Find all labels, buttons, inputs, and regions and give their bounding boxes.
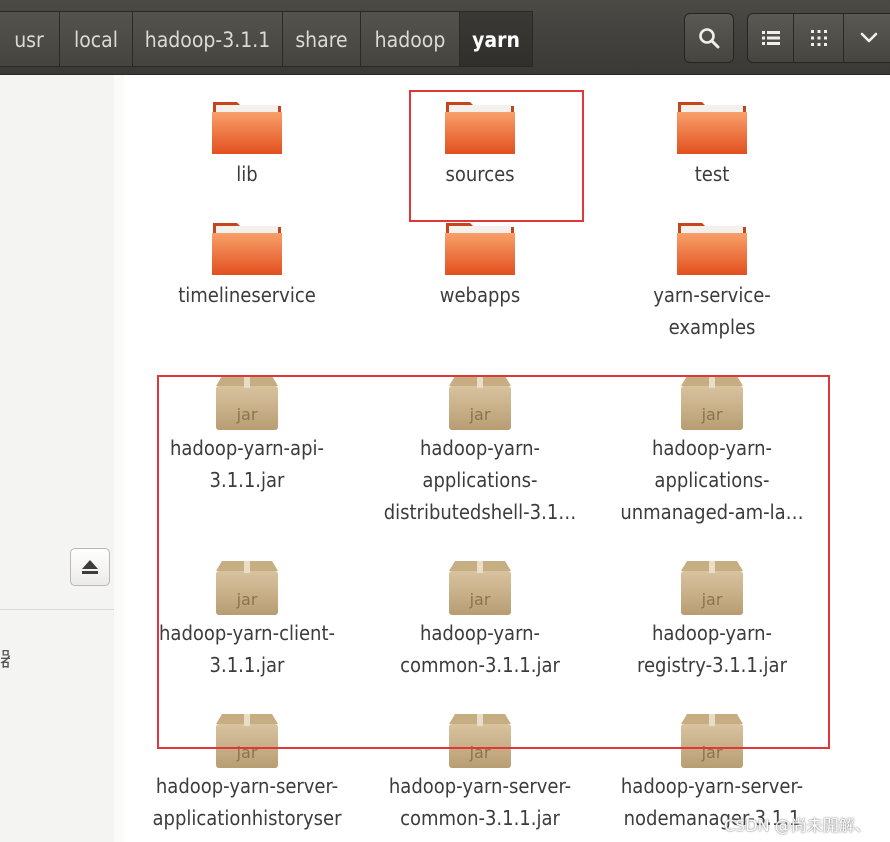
view-toggle-group [747,13,890,63]
breadcrumb-hadoop-3-1-1[interactable]: hadoop-3.1.1 [133,11,283,67]
eject-button[interactable] [70,548,110,586]
folder-name: webapps [439,283,521,307]
folder-icon [445,223,515,275]
folder-name: yarn-service- examples [653,283,771,339]
watermark: CSDN @尚未開解、 [724,816,871,835]
scrollbar[interactable] [114,75,124,842]
folder-item[interactable]: test [607,96,817,190]
list-view-icon [761,31,780,45]
folder-name: lib [236,162,258,186]
sidebar-divider [0,609,114,610]
folder-item[interactable]: webapps [375,217,585,311]
folder-item[interactable]: timelineservice [142,217,352,311]
sidebar-partial-label: 器 [0,643,10,672]
list-view-button[interactable] [748,14,794,62]
folder-name: test [694,162,730,186]
search-icon [699,28,720,49]
chevron-down-icon [860,32,878,43]
header-bar: usr local hadoop-3.1.1 share hadoop yarn [0,0,890,75]
search-button[interactable] [684,13,734,63]
breadcrumb-hadoop[interactable]: hadoop [361,11,460,67]
jar-file-name: hadoop-yarn-server- common-3.1.1.jar [388,774,572,830]
folder-icon [677,102,747,154]
folder-icon [212,102,282,154]
view-options-button[interactable] [844,14,890,62]
folder-name: timelineservice [178,283,316,307]
folder-item[interactable]: yarn-service- examples [607,217,817,343]
jar-file-name: hadoop-yarn-server- applicationhistoryse… [152,774,342,830]
sidebar [0,75,115,842]
folder-item[interactable]: lib [142,96,352,190]
grid-view-button[interactable] [794,14,844,62]
eject-icon [82,560,98,574]
folder-icon [212,223,282,275]
highlight-box-sources [409,90,584,222]
breadcrumb-yarn[interactable]: yarn [460,11,533,67]
folder-icon [677,223,747,275]
breadcrumb-share[interactable]: share [283,11,361,67]
breadcrumb-local[interactable]: local [60,11,133,67]
breadcrumb-usr[interactable]: usr [0,11,60,67]
grid-view-icon [810,30,827,46]
highlight-box-jars [157,375,830,749]
